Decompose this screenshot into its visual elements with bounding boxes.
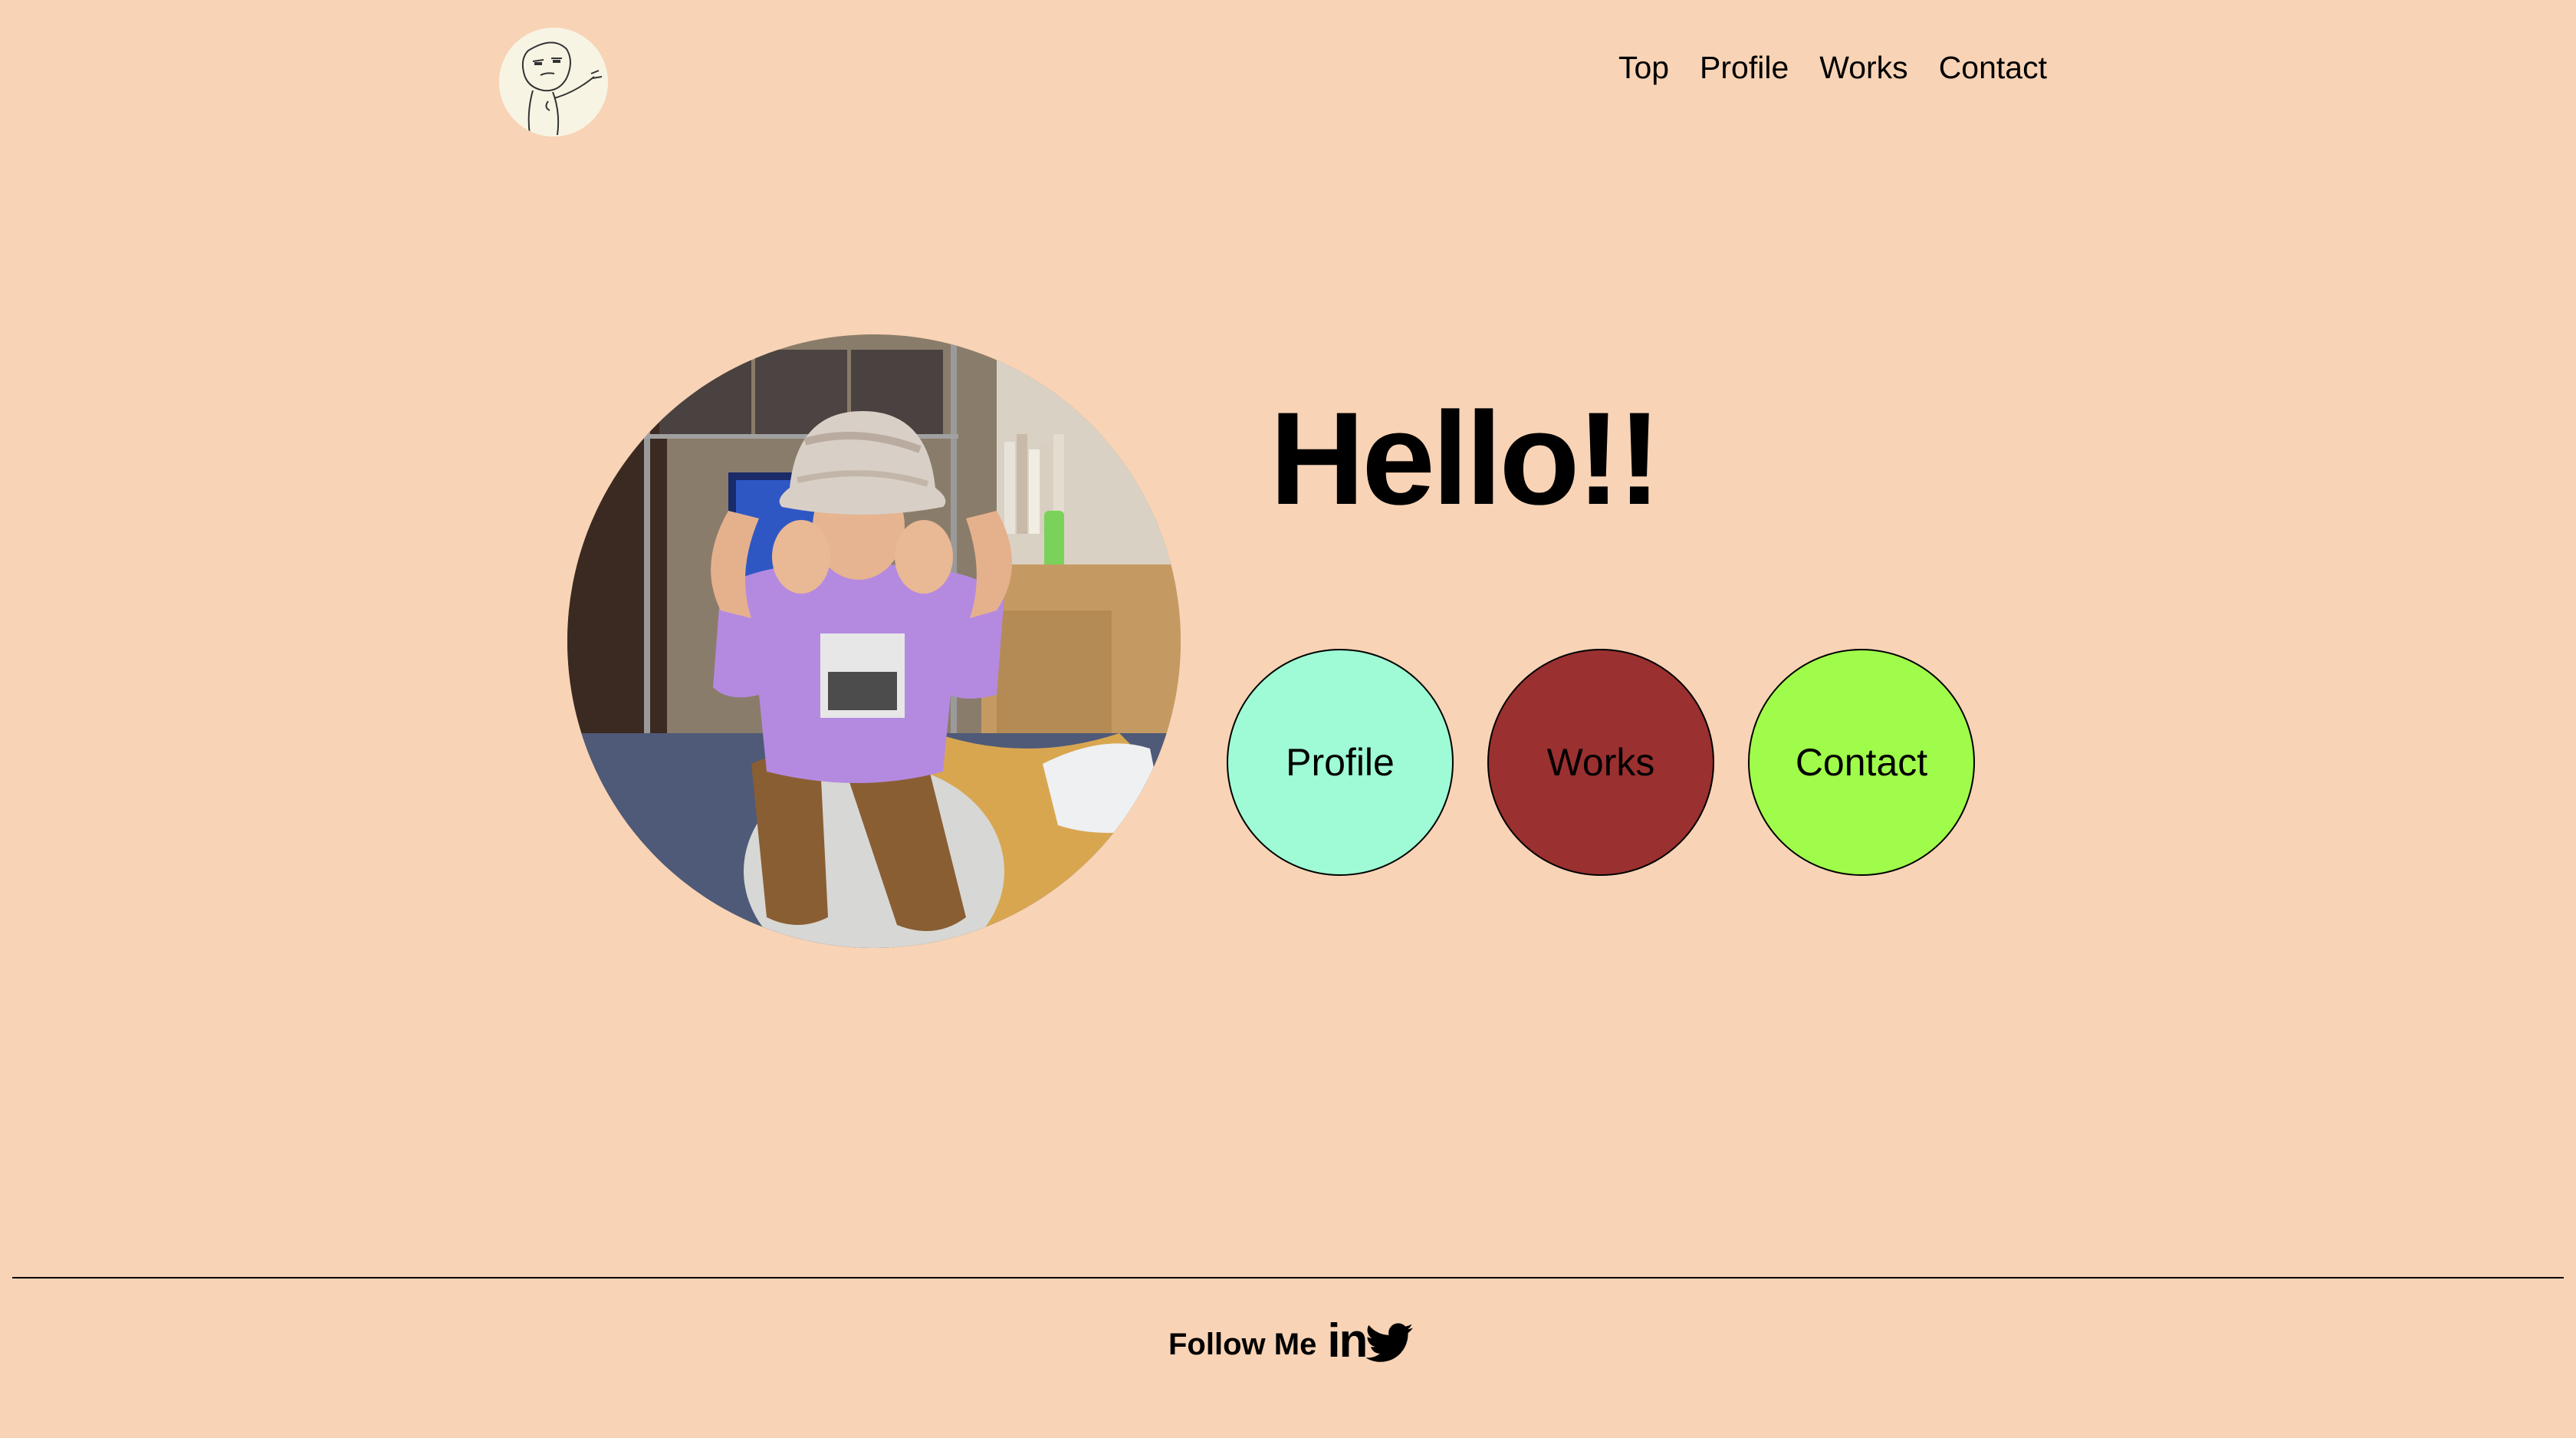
nav-link-contact[interactable]: Contact bbox=[1939, 44, 2047, 90]
works-circle-button[interactable]: Works bbox=[1487, 649, 1714, 876]
site-footer: Follow Me in bbox=[1168, 1310, 1414, 1365]
contact-circle-button[interactable]: Contact bbox=[1748, 649, 1975, 876]
nav-link-works[interactable]: Works bbox=[1819, 44, 1907, 90]
profile-photo bbox=[567, 334, 1181, 948]
nav-link-top[interactable]: Top bbox=[1618, 44, 1669, 90]
site-header: Top Profile Works Contact bbox=[0, 0, 2576, 153]
linkedin-icon[interactable]: in bbox=[1327, 1318, 1368, 1365]
works-circle-button-label: Works bbox=[1546, 741, 1655, 784]
hero-greeting: Hello!! bbox=[1270, 385, 1661, 532]
nav-link-profile[interactable]: Profile bbox=[1700, 44, 1789, 90]
profile-photo-image bbox=[567, 334, 1181, 948]
contact-circle-button-label: Contact bbox=[1795, 741, 1928, 784]
follow-me-label: Follow Me bbox=[1168, 1328, 1317, 1361]
twitter-icon[interactable] bbox=[1366, 1322, 1414, 1364]
logo-avatar[interactable] bbox=[499, 28, 608, 137]
character-doodle-icon bbox=[499, 28, 608, 137]
footer-divider bbox=[12, 1277, 2564, 1278]
profile-circle-button-label: Profile bbox=[1286, 741, 1395, 784]
main-nav: Top Profile Works Contact bbox=[1618, 44, 2047, 90]
profile-circle-button[interactable]: Profile bbox=[1227, 649, 1454, 876]
